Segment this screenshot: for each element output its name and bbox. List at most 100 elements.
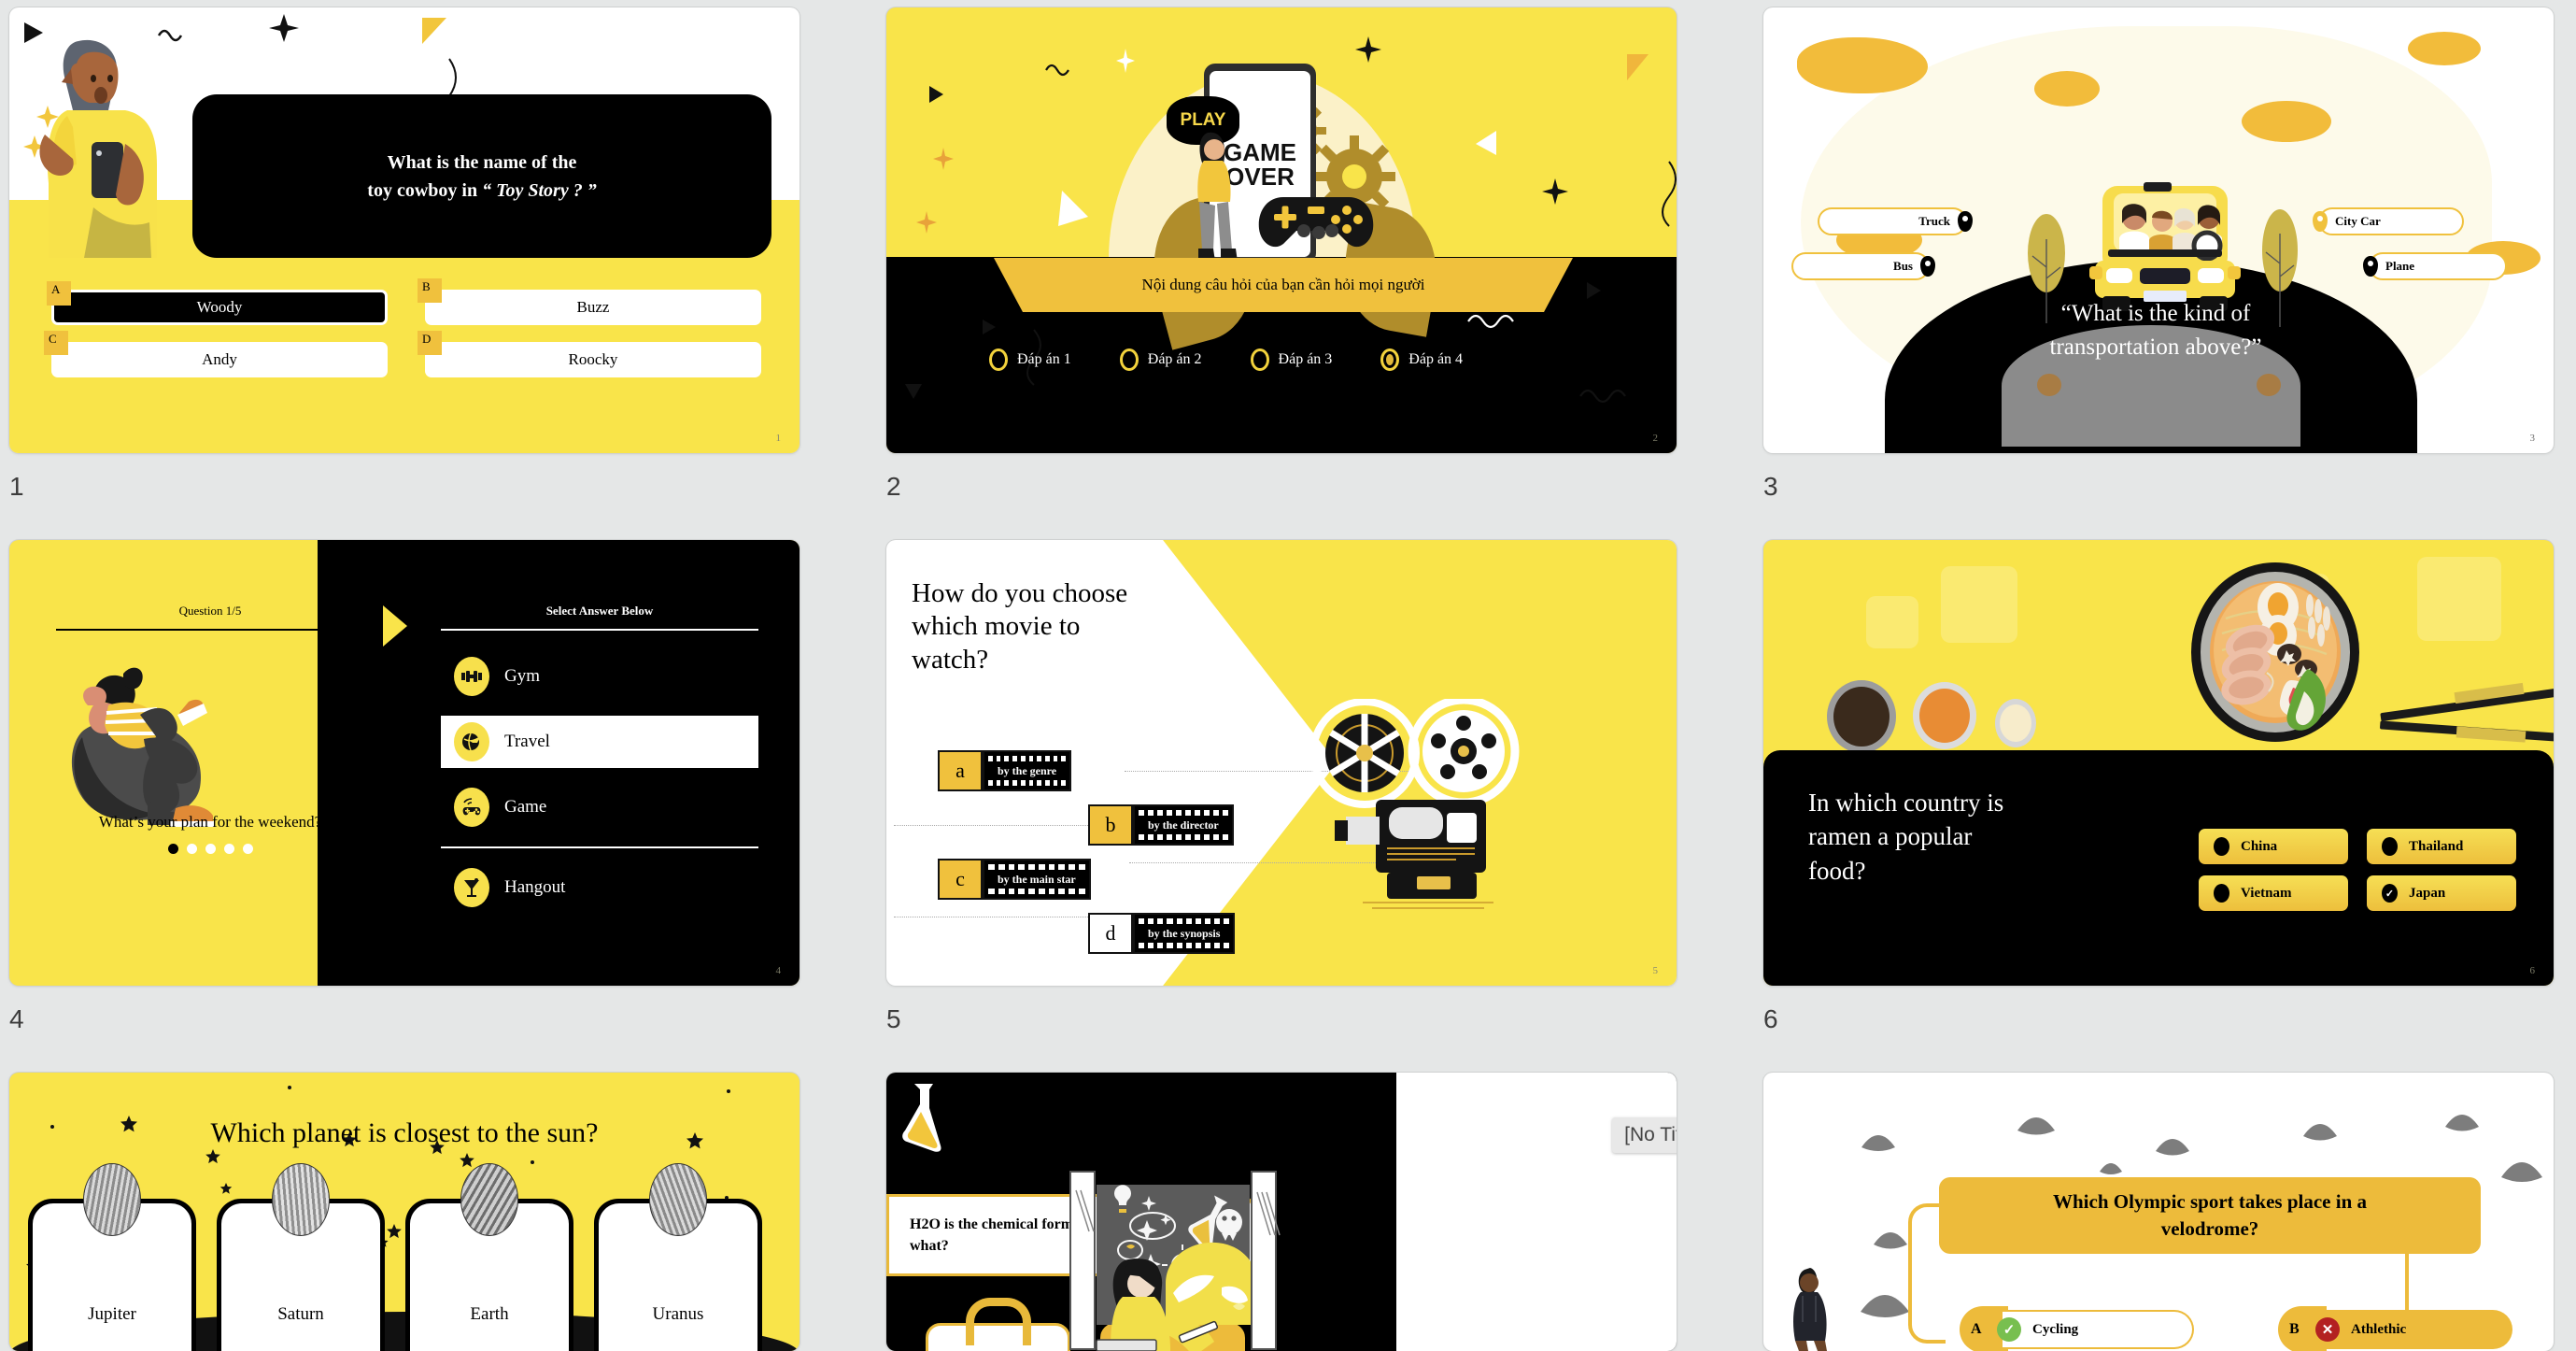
sparkle-icon xyxy=(269,14,299,42)
slide-7[interactable]: Which planet is closest to the sun? Jupi… xyxy=(9,1073,800,1351)
sparkle-icon xyxy=(1355,36,1381,63)
slide-9[interactable]: Which Olympic sport takes place in a vel… xyxy=(1763,1073,2554,1351)
question-text: “What is the kind of transportation abov… xyxy=(1866,297,2445,363)
slide-cell-6[interactable]: In which country is ramen a popular food… xyxy=(1763,540,2554,1033)
answer-tag-a: A xyxy=(47,281,71,306)
gamepad-icon xyxy=(454,788,489,827)
slide-cell-3[interactable]: Truck Bus City Car Plane “What is the ki… xyxy=(1763,7,2554,501)
cloud-shape xyxy=(2408,32,2481,65)
decor-square xyxy=(1866,596,1918,648)
slide-page-number: 3 xyxy=(2529,433,2536,444)
film-perforation xyxy=(988,864,1085,870)
film-perforation xyxy=(1139,810,1228,816)
answer-option-bus[interactable]: Bus xyxy=(1791,252,1935,280)
answer-option-4[interactable]: Đáp án 4 xyxy=(1380,348,1463,371)
globe-plane-icon xyxy=(454,722,489,761)
cocktail-icon xyxy=(454,868,489,907)
slide-3[interactable]: Truck Bus City Car Plane “What is the ki… xyxy=(1763,7,2554,453)
slide-8[interactable]: H2O is the chemical formula for what? Wa… xyxy=(886,1073,1677,1351)
answer-option-uranus[interactable]: Uranus xyxy=(594,1163,762,1351)
answer-options: A ✓ Cycling B ✕ Athlethic xyxy=(1960,1306,2512,1351)
radio-icon xyxy=(989,348,1008,371)
answer-option-b[interactable]: B Buzz xyxy=(418,278,761,325)
answer-option-china[interactable]: China xyxy=(2199,829,2348,864)
sauce-bowl-inner xyxy=(2000,704,2031,742)
connector-line xyxy=(894,825,1088,826)
slide-cell-7[interactable]: Which planet is closest to the sun? Jupi… xyxy=(9,1073,800,1351)
dot-2[interactable] xyxy=(186,844,197,854)
wave-line-icon xyxy=(1662,161,1677,227)
divider xyxy=(441,846,758,848)
answer-label-travel: Travel xyxy=(504,732,550,751)
dot-1[interactable] xyxy=(167,844,178,854)
answer-option-c[interactable]: c by the main star xyxy=(938,859,1091,900)
answer-option-3[interactable]: Đáp án 3 xyxy=(1250,348,1332,371)
slide-cell-1[interactable]: What is the name of the toy cowboy in “ … xyxy=(9,7,800,501)
film-perforation xyxy=(1139,943,1230,948)
answer-label-a: Woody xyxy=(196,298,243,316)
woman-illustration xyxy=(1197,132,1238,262)
answer-option-2[interactable]: Đáp án 2 xyxy=(1119,348,1202,371)
film-perforation xyxy=(988,780,1067,786)
answer-option-thailand[interactable]: Thailand xyxy=(2367,829,2516,864)
answer-option-truck[interactable]: Truck xyxy=(1818,207,1973,235)
no-title-tooltip: [No Title] xyxy=(1612,1117,1677,1153)
answer-label-cycling: Cycling xyxy=(2003,1310,2194,1349)
answer-option-gym[interactable]: Gym xyxy=(441,650,758,703)
sparkle-orange-icon xyxy=(933,148,954,170)
slide-1[interactable]: What is the name of the toy cowboy in “ … xyxy=(9,7,800,453)
slide-6[interactable]: In which country is ramen a popular food… xyxy=(1763,540,2554,986)
answer-row-2: C Andy D Roocky xyxy=(44,331,761,377)
slide-cell-5[interactable]: How do you choose which movie to watch? … xyxy=(886,540,1677,1033)
answer-option-water[interactable]: Water xyxy=(926,1323,1070,1351)
answer-option-plane[interactable]: Plane xyxy=(2363,252,2507,280)
answer-option-travel[interactable]: Travel xyxy=(441,716,758,768)
answer-body-d: by the synopsis xyxy=(1133,913,1236,954)
answer-option-earth[interactable]: Earth xyxy=(405,1163,573,1351)
slide-4[interactable]: Question 1/5 Select Answer Below Gym Tra… xyxy=(9,540,800,986)
answer-option-athlethic[interactable]: B ✕ Athlethic xyxy=(2278,1306,2512,1351)
answer-option-d[interactable]: d by the synopsis xyxy=(1088,913,1236,954)
answer-option-a[interactable]: A Woody xyxy=(47,281,388,325)
slide-cell-2[interactable]: GAME OVER PLAY Nội dung câu hỏi của bạn … xyxy=(886,7,1677,501)
person-in-beanbag-illustration xyxy=(71,667,215,827)
answer-option-vietnam[interactable]: Vietnam xyxy=(2199,875,2348,911)
question-line-2: velodrome? xyxy=(2160,1217,2259,1240)
answer-option-saturn[interactable]: Saturn xyxy=(217,1163,385,1351)
squiggle-icon xyxy=(1045,64,1069,77)
slide-2[interactable]: GAME OVER PLAY Nội dung câu hỏi của bạn … xyxy=(886,7,1677,453)
answer-option-jupiter[interactable]: Jupiter xyxy=(28,1163,196,1351)
gamepad-icon xyxy=(1258,197,1374,248)
answer-option-b[interactable]: b by the director xyxy=(1088,804,1234,846)
cloud-shape xyxy=(2242,101,2331,142)
answer-option-hangout[interactable]: Hangout xyxy=(441,861,758,914)
answer-option-1[interactable]: Đáp án 1 xyxy=(989,348,1071,371)
squiggle-icon xyxy=(1579,389,1626,404)
answer-letter-b: b xyxy=(1088,804,1133,846)
slide-cell-8[interactable]: H2O is the chemical formula for what? Wa… xyxy=(886,1073,1677,1351)
slide-page-number: 5 xyxy=(1652,965,1659,976)
dot-3[interactable] xyxy=(205,844,216,854)
slide-cell-9[interactable]: Which Olympic sport takes place in a vel… xyxy=(1763,1073,2554,1351)
answer-option-a[interactable]: a by the genre xyxy=(938,750,1072,791)
answer-option-c[interactable]: C Andy xyxy=(44,331,388,377)
slide-cell-4[interactable]: Question 1/5 Select Answer Below Gym Tra… xyxy=(9,540,800,1033)
sparkle-orange-icon xyxy=(916,211,937,234)
gold-triangle-icon xyxy=(1627,54,1649,80)
answer-option-game[interactable]: Game xyxy=(441,781,758,833)
dot-4[interactable] xyxy=(223,844,234,854)
question-text: What’s your plan for the weekend? xyxy=(98,813,322,831)
answer-row-1: A Woody B Buzz xyxy=(47,278,761,325)
answer-option-japan[interactable]: ✓ Japan xyxy=(2367,875,2516,911)
answer-option-cycling[interactable]: A ✓ Cycling xyxy=(1960,1306,2194,1351)
dot-5[interactable] xyxy=(242,844,253,854)
answer-option-citycar[interactable]: City Car xyxy=(2313,207,2464,235)
cloud-shape xyxy=(1797,37,1928,93)
answer-options: Đáp án 1 Đáp án 2 Đáp án 3 Đáp án 4 xyxy=(989,348,1463,371)
car-with-family-illustration xyxy=(2089,182,2241,311)
slide-5[interactable]: How do you choose which movie to watch? … xyxy=(886,540,1677,986)
slide-index-1: 1 xyxy=(9,472,24,501)
answer-option-d[interactable]: D Roocky xyxy=(418,331,761,377)
answer-label-citycar: City Car xyxy=(2335,214,2381,228)
answer-label-4: Đáp án 4 xyxy=(1408,351,1464,367)
